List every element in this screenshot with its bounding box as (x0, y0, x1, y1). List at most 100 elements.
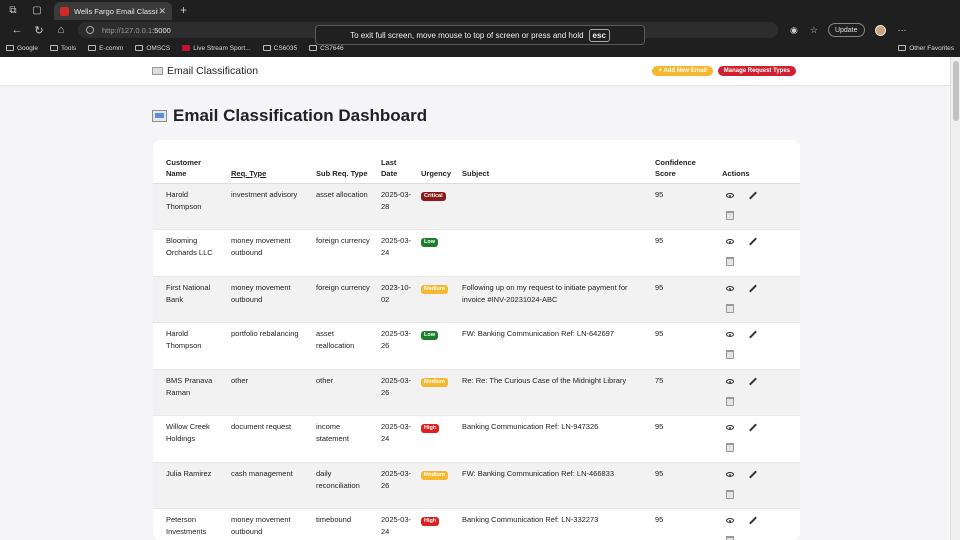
delete-trash-icon[interactable] (726, 210, 734, 220)
req-type-cell: money movement outbound (227, 276, 312, 323)
bookmark-ecomm[interactable]: E-comm (88, 45, 123, 52)
table-row: Harold Thompson portfolio rebalancing asse… (153, 322, 800, 370)
extension-icon[interactable]: ◉ (790, 25, 798, 36)
view-eye-icon[interactable] (726, 378, 734, 384)
urgency-cell: Low (417, 229, 458, 277)
edit-pencil-icon[interactable] (749, 423, 757, 432)
customer-cell: Blooming Orchards LLC (153, 229, 227, 277)
actions-cell (718, 229, 800, 277)
bookmark-tools[interactable]: Tools (49, 45, 76, 52)
col-confidence: Confidence Score (651, 140, 718, 184)
add-new-email-button[interactable]: + Add New Email (652, 66, 713, 76)
edit-pencil-icon[interactable] (749, 191, 757, 199)
folder-icon (49, 45, 58, 51)
confidence-cell: 75 (651, 369, 718, 416)
table-row: BMS Pranava Raman other other 2025-03-26 Med… (153, 369, 800, 416)
brand-label: Email Classification (167, 65, 259, 77)
actions-cell (718, 369, 800, 416)
close-tab-icon[interactable]: ✕ (158, 6, 166, 17)
customer-cell: Harold Thompson (153, 183, 227, 230)
confidence-cell: 95 (651, 462, 718, 509)
table-row: First National Bank money movement outbou… (153, 276, 800, 323)
view-eye-icon[interactable] (726, 192, 734, 198)
subject-cell (458, 183, 651, 230)
subject-cell: Banking Communication Ref: LN-947326 (458, 415, 651, 463)
bookmark-live-stream[interactable]: Live Stream Sport... (182, 45, 251, 52)
req-type-cell: portfolio rebalancing (227, 322, 312, 370)
last-date-cell: 2025-03-28 (377, 183, 417, 230)
fullscreen-message: To exit full screen, move mouse to top o… (350, 30, 584, 40)
back-icon[interactable]: ← (6, 24, 28, 36)
edit-pencil-icon[interactable] (749, 330, 757, 339)
folder-icon (6, 45, 14, 51)
page-scrollbar[interactable] (950, 57, 960, 540)
req-type-cell: money movement outbound (227, 508, 312, 540)
view-eye-icon[interactable] (726, 471, 734, 477)
subject-cell (458, 229, 651, 277)
tab-actions-icon[interactable]: ▢ (30, 3, 44, 17)
profile-avatar[interactable] (874, 24, 886, 36)
workspaces-icon[interactable]: ⧉ (6, 3, 20, 17)
view-eye-icon[interactable] (726, 425, 734, 430)
url-port: :5000 (152, 25, 171, 35)
envelope-icon (152, 67, 163, 75)
urgency-badge: Low (421, 331, 438, 340)
confidence-cell: 95 (651, 276, 718, 323)
new-tab-icon[interactable]: + (180, 3, 187, 17)
last-date-cell: 2025-03-26 (377, 462, 417, 509)
more-menu-icon[interactable]: ⋯ (898, 25, 907, 36)
actions-cell (718, 462, 800, 509)
bookmark-cs6035[interactable]: CS6035 (262, 45, 297, 52)
favorites-icon[interactable]: ☆ (810, 25, 818, 36)
subject-cell: Following up on my request to initiate p… (458, 276, 651, 323)
edit-pencil-icon[interactable] (749, 516, 757, 525)
delete-trash-icon[interactable] (726, 489, 734, 499)
view-eye-icon[interactable] (726, 285, 734, 291)
app-brand[interactable]: Email Classification (152, 65, 258, 77)
refresh-icon[interactable]: ↻ (28, 24, 50, 37)
bookmark-omscs[interactable]: OMSCS (135, 45, 170, 52)
last-date-cell: 2023-10-02 (377, 276, 417, 323)
urgency-cell: Low (417, 322, 458, 370)
view-eye-icon[interactable] (726, 239, 734, 244)
browser-tab[interactable]: Wells Fargo Email Classification ✕ (54, 2, 172, 20)
delete-trash-icon[interactable] (726, 536, 734, 540)
delete-trash-icon[interactable] (726, 257, 734, 266)
col-sub-req-type: Sub Req. Type (312, 140, 377, 184)
req-type-cell: money movement outbound (227, 229, 312, 277)
confidence-cell: 95 (651, 415, 718, 463)
urgency-cell: Medium (417, 369, 458, 416)
urgency-cell: Critical (417, 183, 458, 230)
update-button[interactable]: Update (827, 23, 865, 37)
view-eye-icon[interactable] (726, 332, 734, 337)
col-req-type[interactable]: Req. Type (227, 140, 312, 184)
view-eye-icon[interactable] (726, 518, 734, 523)
delete-trash-icon[interactable] (726, 396, 734, 406)
edit-pencil-icon[interactable] (749, 284, 757, 292)
home-icon[interactable]: ⌂ (50, 24, 72, 36)
bookmark-cs7646[interactable]: CS7646 (309, 45, 344, 52)
scrollbar-thumb[interactable] (953, 61, 959, 121)
customer-cell: BMS Pranava Raman (153, 369, 227, 416)
delete-trash-icon[interactable] (726, 303, 734, 313)
urgency-badge: Medium (421, 470, 448, 480)
bookmark-google[interactable]: Google (6, 45, 38, 52)
site-info-icon[interactable] (86, 26, 94, 34)
folder-icon (262, 45, 271, 51)
actions-cell (718, 508, 800, 540)
sub-req-type-cell: foreign currency (312, 229, 377, 277)
email-table-card: Customer Name Req. Type Sub Req. Type La… (153, 140, 800, 540)
sub-req-type-cell: foreign currency (312, 276, 377, 323)
col-actions: Actions (718, 140, 800, 184)
subject-cell: Re: Re: The Curious Case of the Midnight… (458, 369, 651, 416)
edit-pencil-icon[interactable] (749, 237, 757, 246)
delete-trash-icon[interactable] (726, 350, 734, 359)
manage-request-types-button[interactable]: Manage Request Types (717, 66, 796, 76)
email-table: Customer Name Req. Type Sub Req. Type La… (153, 140, 800, 540)
confidence-cell: 95 (651, 322, 718, 370)
other-favorites[interactable]: Other Favorites (898, 45, 954, 52)
edit-pencil-icon[interactable] (749, 377, 757, 385)
delete-trash-icon[interactable] (726, 443, 734, 452)
urgency-badge: Critical (421, 191, 446, 201)
edit-pencil-icon[interactable] (749, 470, 757, 478)
